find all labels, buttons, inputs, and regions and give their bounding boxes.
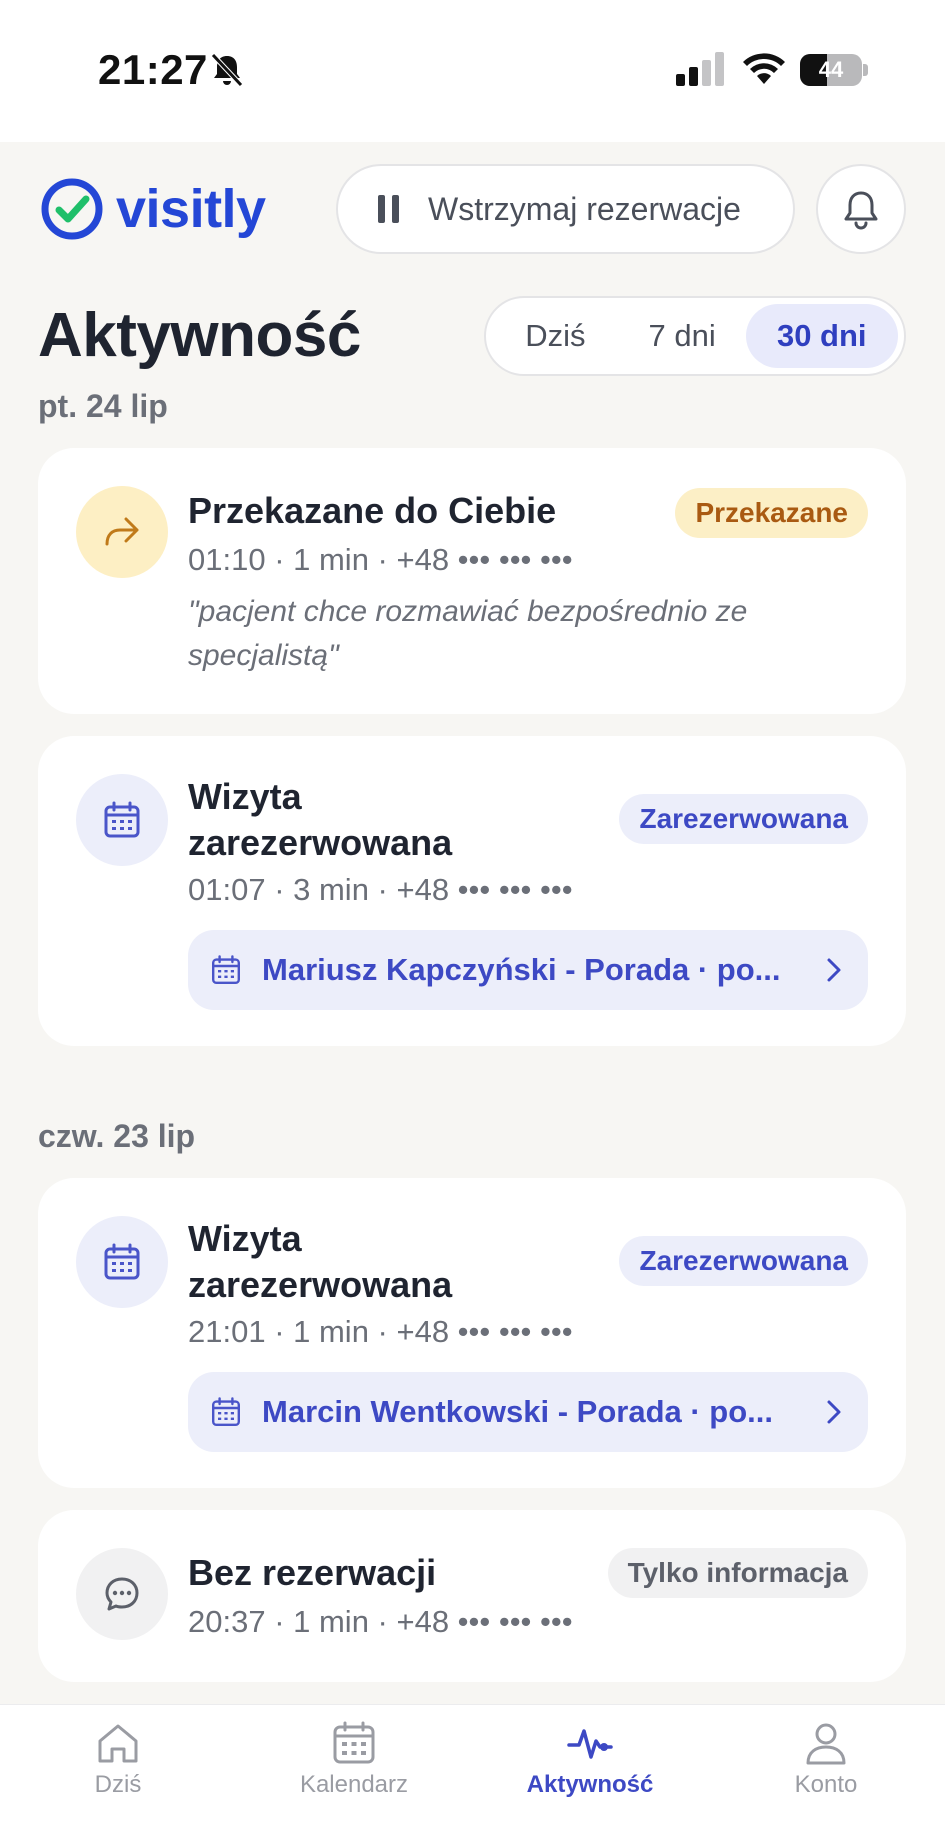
status-time: 21:27 bbox=[98, 46, 208, 93]
chat-bubble-icon bbox=[105, 1577, 139, 1611]
nav-label: Konto bbox=[794, 1771, 858, 1798]
status-badge: Tylko informacja bbox=[607, 1548, 868, 1598]
day-header: czw. 23 lip bbox=[38, 1118, 196, 1154]
nav-item-today[interactable]: Dziś bbox=[18, 1719, 218, 1799]
nav-item-calendar[interactable]: Kalendarz bbox=[254, 1719, 454, 1799]
activity-card-info-only[interactable]: Bez rezerwacji Tylko informacja 20:37 · … bbox=[38, 1510, 906, 1682]
range-option-30-days[interactable]: 30 dni bbox=[745, 304, 898, 368]
pause-bookings-button[interactable]: Wstrzymaj rezerwacje bbox=[336, 164, 795, 254]
appointment-link[interactable]: Marcin Wentkowski - Porada · po... bbox=[188, 1372, 868, 1452]
wifi-icon bbox=[743, 53, 785, 84]
battery-icon: 44 bbox=[800, 54, 868, 86]
range-option-today[interactable]: Dziś bbox=[492, 304, 619, 368]
user-icon bbox=[806, 1723, 846, 1765]
day-header: pt. 24 lip bbox=[38, 388, 168, 424]
card-meta: 01:07 · 3 min · +48 ••• ••• ••• bbox=[188, 872, 573, 907]
chevron-right-icon bbox=[827, 1400, 841, 1424]
calendar-icon bbox=[104, 801, 140, 838]
check-circle-icon bbox=[41, 178, 103, 240]
calendar-icon bbox=[212, 1397, 240, 1426]
card-title: Przekazane do Ciebie bbox=[188, 490, 557, 531]
pause-icon bbox=[378, 195, 400, 223]
calendar-icon-avatar bbox=[76, 1216, 168, 1308]
calendar-icon bbox=[333, 1721, 375, 1764]
app-logo: visitly bbox=[40, 176, 266, 242]
nav-item-activity[interactable]: Aktywność bbox=[490, 1719, 690, 1799]
card-title: Wizyta zarezerwowana bbox=[188, 1216, 452, 1308]
nav-label: Aktywność bbox=[526, 1771, 654, 1798]
pause-bookings-label: Wstrzymaj rezerwacje bbox=[428, 190, 741, 227]
status-badge: Zarezerwowana bbox=[619, 1236, 868, 1286]
bell-icon bbox=[844, 191, 878, 230]
home-icon bbox=[98, 1724, 138, 1763]
forward-arrow-icon bbox=[105, 517, 139, 546]
battery-level: 44 bbox=[818, 57, 844, 82]
card-title-line2: zarezerwowana bbox=[188, 822, 453, 863]
card-title: Wizyta zarezerwowana bbox=[188, 774, 452, 866]
card-meta: 01:10 · 1 min · +48 ••• ••• ••• bbox=[188, 542, 573, 577]
range-option-7-days[interactable]: 7 dni bbox=[619, 304, 746, 368]
page-title: Aktywność bbox=[38, 301, 361, 370]
card-meta: 21:01 · 1 min · +48 ••• ••• ••• bbox=[188, 1314, 573, 1349]
card-meta: 20:37 · 1 min · +48 ••• ••• ••• bbox=[188, 1604, 573, 1639]
card-title-line1: Wizyta bbox=[188, 776, 302, 817]
activity-card-booked[interactable]: Wizyta zarezerwowana Zarezerwowana 21:01… bbox=[38, 1178, 906, 1488]
forward-icon-avatar bbox=[76, 486, 168, 578]
status-badge: Zarezerwowana bbox=[619, 794, 868, 844]
status-badge: Przekazane bbox=[675, 488, 868, 538]
activity-card-transferred[interactable]: Przekazane do Ciebie Przekazane 01:10 · … bbox=[38, 448, 906, 714]
appointment-link-label: Mariusz Kapczyński - Porada · po... bbox=[262, 952, 781, 987]
activity-card-booked[interactable]: Wizyta zarezerwowana Zarezerwowana 01:07… bbox=[38, 736, 906, 1046]
calendar-icon bbox=[104, 1243, 140, 1280]
card-title-line1: Wizyta bbox=[188, 1218, 302, 1259]
cellular-signal-icon bbox=[676, 52, 724, 86]
date-range-selector: Dziś 7 dni 30 dni bbox=[484, 296, 906, 376]
card-title-line2: zarezerwowana bbox=[188, 1264, 453, 1305]
calendar-icon-avatar bbox=[76, 774, 168, 866]
nav-item-account[interactable]: Konto bbox=[726, 1719, 926, 1799]
activity-icon bbox=[567, 1729, 613, 1759]
nav-label: Dziś bbox=[94, 1771, 142, 1798]
bottom-navigation: Dziś Kalendarz Aktywność Konto bbox=[0, 1704, 945, 1840]
silent-bell-icon bbox=[211, 53, 243, 87]
card-title: Bez rezerwacji bbox=[188, 1552, 437, 1593]
nav-label: Kalendarz bbox=[299, 1771, 409, 1798]
appointment-link[interactable]: Mariusz Kapczyński - Porada · po... bbox=[188, 930, 868, 1010]
logo-text: visitly bbox=[116, 179, 266, 239]
calendar-icon bbox=[212, 955, 240, 984]
notifications-button[interactable] bbox=[816, 164, 906, 254]
card-quote: "pacjent chce rozmawiać bezpośrednio ze … bbox=[188, 595, 748, 672]
appointment-link-label: Marcin Wentkowski - Porada · po... bbox=[262, 1394, 774, 1429]
chat-icon-avatar bbox=[76, 1548, 168, 1640]
chevron-right-icon bbox=[827, 958, 841, 982]
status-bar: 21:27 44 bbox=[0, 0, 945, 142]
